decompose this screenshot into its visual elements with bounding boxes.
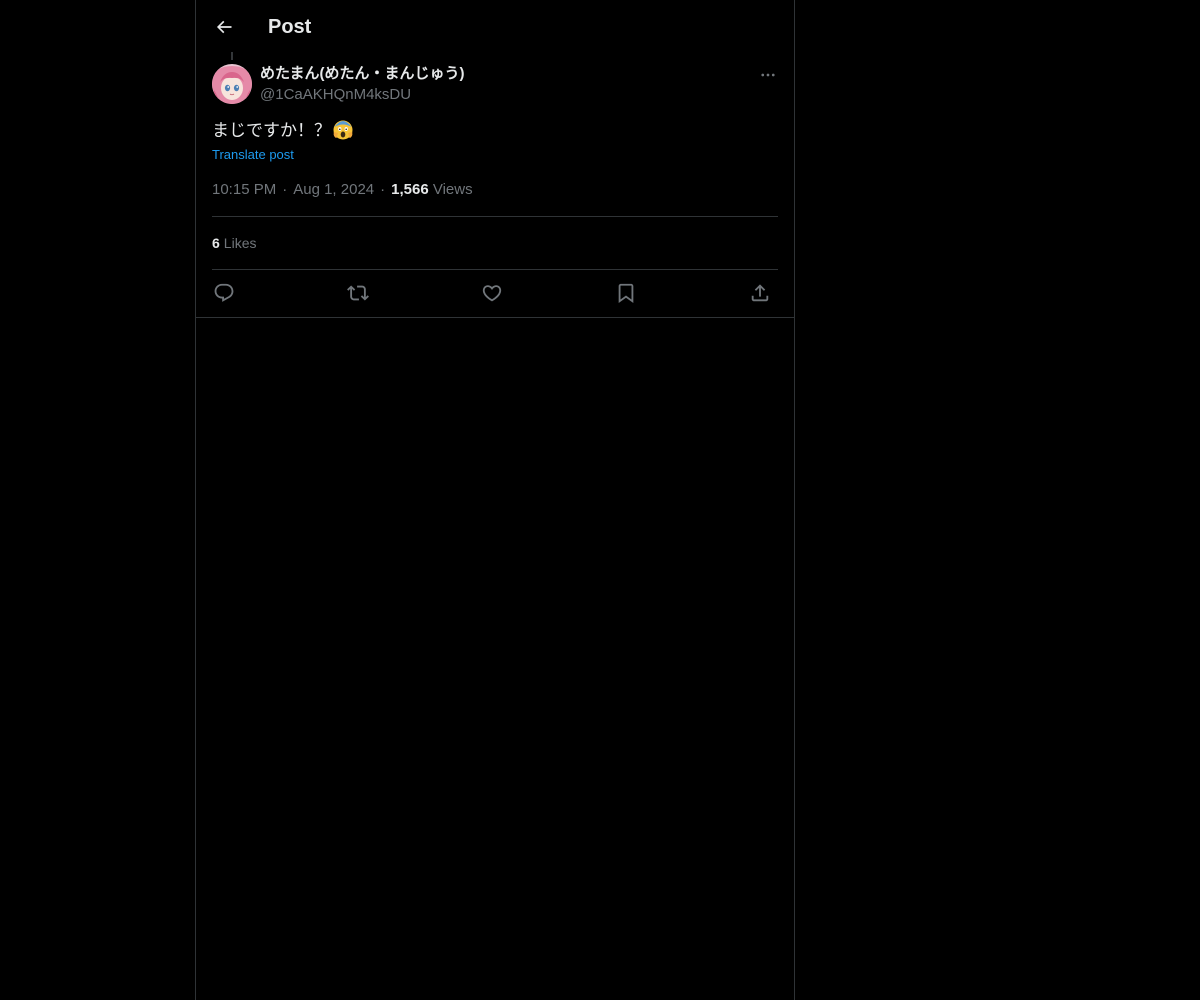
post-date[interactable]: Aug 1, 2024 [293,181,374,198]
post-actions-bar [212,281,778,305]
translate-post-link[interactable]: Translate post [212,146,294,164]
page-header: Post [196,0,794,53]
meta-separator: · [282,181,288,198]
post-meta: 10:15 PM · Aug 1, 2024 · 1,566 Views [212,180,473,200]
divider [212,269,778,270]
reply-button[interactable] [212,281,236,305]
views-count: 1,566 [391,181,429,198]
post-text: まじですか！？ [212,118,354,148]
meta-separator: · [380,181,386,198]
repost-icon [347,285,369,301]
repost-button[interactable] [346,281,370,305]
likes-count: 6 [212,235,220,251]
divider [212,216,778,217]
likes-link[interactable]: 6 Likes [212,233,256,253]
likes-label: Likes [223,235,257,251]
more-options-button[interactable] [754,64,782,86]
avatar[interactable] [212,64,252,104]
reply-icon [214,283,234,302]
views-label: Views [432,181,473,198]
more-horizontal-icon [761,73,775,77]
bookmark-icon [618,283,634,304]
bookmark-button[interactable] [614,281,638,305]
thread-connector-line [231,52,233,60]
avatar-image [212,64,252,104]
post-time[interactable]: 10:15 PM [212,181,276,198]
like-button[interactable] [480,281,504,305]
share-icon [751,284,769,302]
screaming-face-icon [332,118,354,148]
post-bottom-border [196,317,794,318]
post-column: Post めたまん(めたん・まんじゅう) @1CaAKHQnM4ksDU まじで… [195,0,795,1000]
author-handle[interactable]: @1CaAKHQnM4ksDU [260,85,411,105]
heart-icon [482,285,502,302]
share-button[interactable] [748,281,772,305]
page-title: Post [268,16,312,38]
back-button[interactable] [208,11,240,43]
arrow-left-icon [216,20,232,34]
post-text-content: まじですか！？ [212,121,331,140]
author-display-name[interactable]: めたまん(めたん・まんじゅう) [260,64,465,84]
